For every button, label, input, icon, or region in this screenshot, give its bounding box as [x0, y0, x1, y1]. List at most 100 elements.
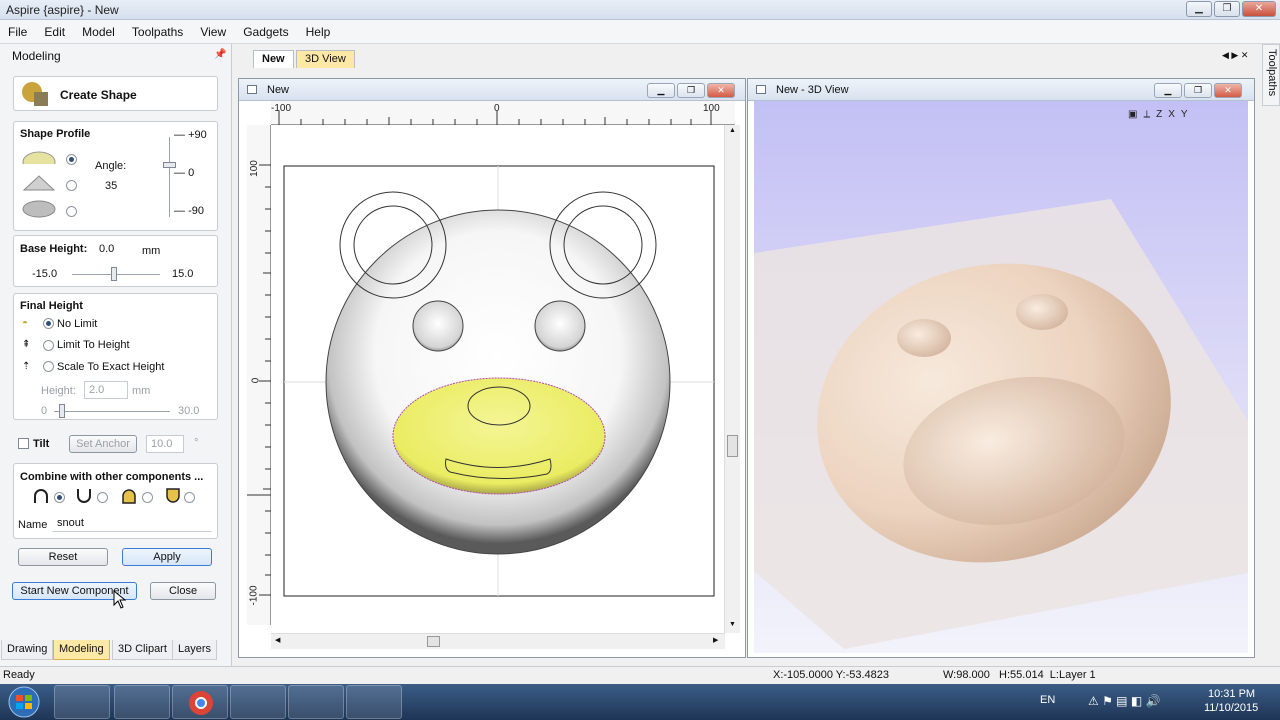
view-3d-canvas[interactable]: [754, 101, 1248, 653]
tab-modeling[interactable]: Modeling: [53, 640, 110, 660]
final-height-max: 30.0: [178, 405, 200, 417]
view-3d-titlebar: New - 3D View ▁ ❐ ✕: [748, 79, 1254, 101]
tilt-checkbox[interactable]: [18, 438, 29, 449]
taskbar-app-icon[interactable]: [114, 685, 170, 719]
limit-to-height-radio[interactable]: [43, 340, 54, 351]
status-bar: Ready X:-105.0000 Y:-53.4823 W:98.000 H:…: [0, 666, 1280, 684]
view-2d-window: New ▁ ❐ ✕ -100 0 100 100 0 -100 ▲ ▼ ◀ ▶: [238, 78, 746, 658]
final-height-input[interactable]: 2.0: [84, 381, 128, 399]
tab-3d-clipart[interactable]: 3D Clipart: [112, 640, 173, 660]
scroll-up-icon[interactable]: ▲: [729, 127, 736, 134]
windows-taskbar: EN ⚠ ⚑ ▤ ◧ 🔊 10:31 PM 11/10/2015: [0, 684, 1280, 720]
doc-tab-3d-view[interactable]: 3D View: [296, 50, 355, 68]
view-fit-icon[interactable]: ▣: [1128, 109, 1137, 127]
shape-profile-title: Shape Profile: [20, 128, 91, 140]
angle-scale-mid: — 0: [174, 167, 195, 179]
scroll-right-icon[interactable]: ▶: [713, 636, 718, 644]
panel-header: Modeling: [12, 49, 61, 63]
tilt-row: Tilt Set Anchor 10.0 °: [13, 430, 218, 457]
mouse-cursor-icon: [113, 590, 127, 609]
vertical-scroll-thumb[interactable]: [727, 435, 738, 457]
final-height-label: Height:: [41, 385, 76, 397]
view-iso-icon[interactable]: ⟂: [1143, 109, 1150, 127]
start-button-icon[interactable]: [6, 686, 42, 718]
view-2d-titlebar: New ▁ ❐ ✕: [239, 79, 745, 101]
reset-button[interactable]: Reset: [18, 548, 108, 566]
clock-time[interactable]: 10:31 PM: [1208, 688, 1255, 700]
combine-low-icon: [166, 488, 180, 503]
view-3d-restore[interactable]: ❐: [1184, 83, 1212, 98]
menu-gadgets[interactable]: Gadgets: [235, 20, 294, 39]
menu-file[interactable]: File: [0, 20, 33, 39]
name-input[interactable]: snout: [52, 514, 212, 532]
menu-edit[interactable]: Edit: [36, 20, 71, 39]
base-height-input[interactable]: 0.0: [94, 240, 134, 258]
final-height-title: Final Height: [20, 300, 83, 312]
scale-height-icon: ⇡: [22, 361, 31, 372]
view-3d-toolbar: ▣ ⟂ Z X Y: [1128, 109, 1188, 127]
angle-scale-bottom: — -90: [174, 205, 204, 217]
view-x-icon[interactable]: X: [1168, 109, 1175, 127]
maximize-button[interactable]: ❐: [1214, 1, 1240, 17]
combine-add-radio[interactable]: [54, 492, 65, 503]
tab-scroll-arrows[interactable]: ◀ ▶ ✕: [1222, 50, 1248, 61]
menu-model[interactable]: Model: [74, 20, 121, 39]
minimize-button[interactable]: ▁: [1186, 1, 1212, 17]
combine-subtract-radio[interactable]: [97, 492, 108, 503]
tray-icons[interactable]: ⚠ ⚑ ▤ ◧ 🔊: [1088, 694, 1160, 708]
profile-round-radio[interactable]: [66, 154, 77, 165]
language-indicator[interactable]: EN: [1040, 694, 1055, 706]
toolpaths-side-tab[interactable]: Toolpaths: [1262, 44, 1280, 106]
menu-help[interactable]: Help: [298, 20, 337, 39]
base-height-slider-thumb[interactable]: [111, 267, 117, 281]
tab-drawing[interactable]: Drawing: [1, 640, 54, 660]
taskbar-reel-icon[interactable]: [288, 685, 344, 719]
view-2d-minimize[interactable]: ▁: [647, 83, 675, 98]
view-y-icon[interactable]: Y: [1181, 109, 1188, 127]
taskbar-explorer-icon[interactable]: [54, 685, 110, 719]
tilt-angle-input[interactable]: 10.0: [146, 435, 184, 453]
taskbar-aspire-icon[interactable]: [346, 685, 402, 719]
profile-vbit-radio[interactable]: [66, 180, 77, 191]
profile-flat-radio[interactable]: [66, 206, 77, 217]
angle-label: Angle:: [95, 160, 127, 172]
taskbar-cube-icon[interactable]: [230, 685, 286, 719]
scroll-down-icon[interactable]: ▼: [729, 621, 736, 628]
scroll-left-icon[interactable]: ◀: [275, 636, 280, 644]
view-2d-restore[interactable]: ❐: [677, 83, 705, 98]
taskbar-chrome-icon[interactable]: [172, 685, 228, 719]
final-height-slider-track: [54, 411, 170, 412]
left-eye-3d: [897, 319, 951, 357]
base-height-box: Base Height: 0.0 mm -15.0 15.0: [13, 235, 218, 287]
apply-button[interactable]: Apply: [122, 548, 212, 566]
final-height-slider-thumb[interactable]: [59, 404, 65, 418]
ruler-v-label-min: -100: [248, 585, 260, 606]
horizontal-scroll-thumb[interactable]: [427, 636, 440, 647]
menu-view[interactable]: View: [192, 20, 232, 39]
vertical-scrollbar[interactable]: ▲ ▼: [724, 125, 740, 633]
doc-tab-new[interactable]: New: [253, 50, 294, 68]
horizontal-scrollbar[interactable]: ◀ ▶: [271, 633, 725, 649]
clock-date[interactable]: 11/10/2015: [1204, 702, 1258, 714]
angle-input[interactable]: 35: [100, 177, 142, 195]
no-limit-radio[interactable]: [43, 318, 54, 329]
ruler-horizontal: -100 0 100: [271, 101, 735, 125]
menu-toolpaths[interactable]: Toolpaths: [124, 20, 189, 39]
view-3d-close[interactable]: ✕: [1214, 83, 1242, 98]
combine-low-radio[interactable]: [184, 492, 195, 503]
base-height-unit: mm: [142, 245, 161, 257]
close-panel-button[interactable]: Close: [150, 582, 216, 600]
tilt-label: Tilt: [33, 438, 50, 450]
tab-layers[interactable]: Layers: [172, 640, 218, 660]
window-icon: [756, 85, 766, 94]
close-button[interactable]: ✕: [1242, 1, 1276, 17]
view-z-icon[interactable]: Z: [1156, 109, 1162, 127]
view-3d-minimize[interactable]: ▁: [1154, 83, 1182, 98]
scale-exact-height-radio[interactable]: [43, 361, 54, 372]
view-2d-close[interactable]: ✕: [707, 83, 735, 98]
set-anchor-button[interactable]: Set Anchor: [69, 435, 137, 453]
combine-merge-radio[interactable]: [142, 492, 153, 503]
drawing-canvas[interactable]: [272, 126, 730, 631]
pin-icon[interactable]: 📌: [214, 49, 226, 60]
limit-to-height-label: Limit To Height: [57, 339, 130, 351]
